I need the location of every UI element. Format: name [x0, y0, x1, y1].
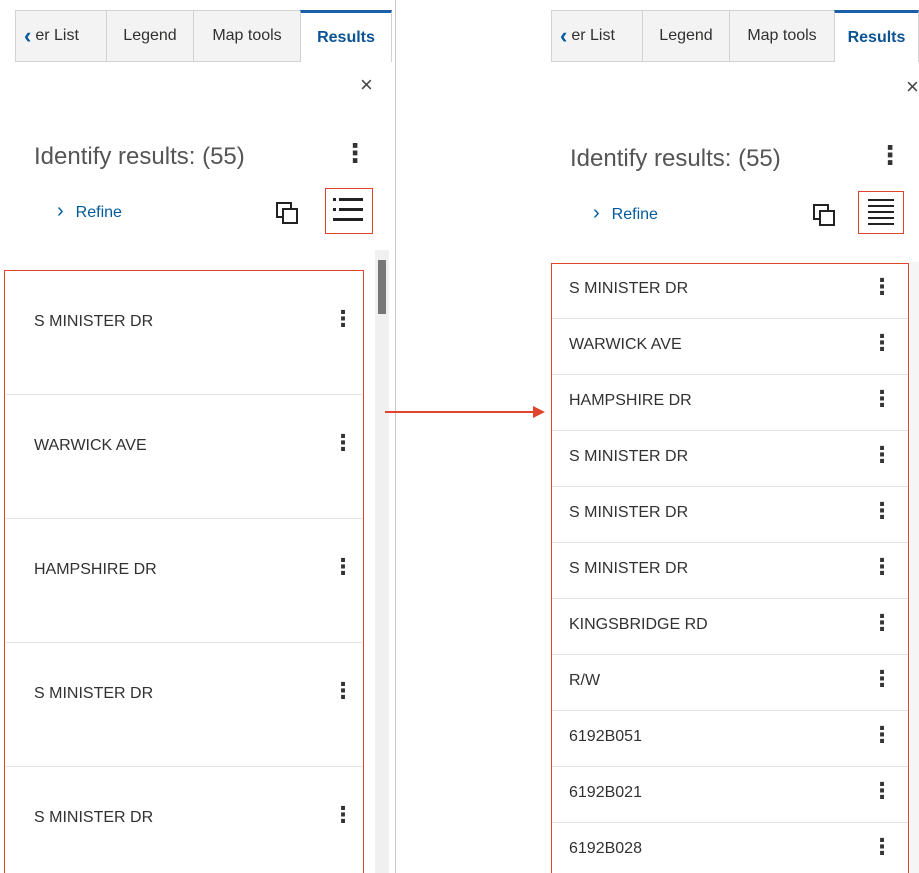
tab-bar: ‹ er List Legend Map tools Results: [551, 10, 919, 62]
tab-results[interactable]: Results: [834, 10, 919, 62]
results-title: Identify results: (55): [34, 143, 245, 170]
right-panel: ‹ er List Legend Map tools Results × Ide…: [551, 0, 919, 873]
highlight-box-list: [4, 270, 364, 873]
chevron-right-icon: ›: [593, 202, 600, 224]
list-view-icon[interactable]: [333, 198, 365, 222]
left-panel: ‹ er List Legend Map tools Results × Ide…: [0, 0, 396, 873]
refine-toggle[interactable]: › Refine: [593, 202, 658, 225]
chevron-left-icon[interactable]: ‹: [24, 23, 31, 49]
close-icon[interactable]: ×: [360, 72, 373, 98]
scrollbar[interactable]: [910, 262, 919, 873]
tab-legend[interactable]: Legend: [106, 10, 194, 62]
copy-icon[interactable]: [276, 202, 298, 224]
refine-label: Refine: [75, 204, 122, 221]
scrollbar-thumb[interactable]: [378, 260, 386, 314]
close-icon[interactable]: ×: [906, 74, 919, 100]
tab-label: Results: [317, 28, 375, 46]
tab-layer-list[interactable]: ‹ er List: [551, 10, 643, 62]
scrollbar[interactable]: [375, 250, 389, 873]
results-title: Identify results: (55): [570, 145, 781, 172]
more-vertical-icon[interactable]: ⋮: [877, 142, 903, 168]
tab-label: er List: [571, 27, 615, 44]
tab-map-tools[interactable]: Map tools: [193, 10, 301, 62]
more-vertical-icon[interactable]: ⋮: [342, 140, 368, 166]
tab-layer-list[interactable]: ‹ er List: [15, 10, 107, 62]
tab-label: Map tools: [212, 27, 282, 44]
tab-label: er List: [35, 27, 79, 44]
highlight-box-list: [551, 263, 909, 873]
tab-label: Legend: [123, 27, 177, 44]
tab-label: Legend: [659, 27, 713, 44]
tab-label: Results: [847, 28, 906, 46]
list-view-icon[interactable]: [868, 199, 894, 225]
tab-label: Map tools: [747, 27, 817, 44]
tab-map-tools[interactable]: Map tools: [729, 10, 835, 62]
refine-label: Refine: [611, 206, 658, 223]
chevron-right-icon: ›: [57, 200, 64, 222]
connector-arrow: [385, 406, 545, 418]
tab-results[interactable]: Results: [300, 10, 392, 62]
copy-icon[interactable]: [813, 204, 835, 226]
tab-legend[interactable]: Legend: [642, 10, 730, 62]
chevron-left-icon[interactable]: ‹: [560, 23, 567, 49]
tab-bar: ‹ er List Legend Map tools Results: [15, 10, 392, 62]
refine-toggle[interactable]: › Refine: [57, 200, 122, 223]
